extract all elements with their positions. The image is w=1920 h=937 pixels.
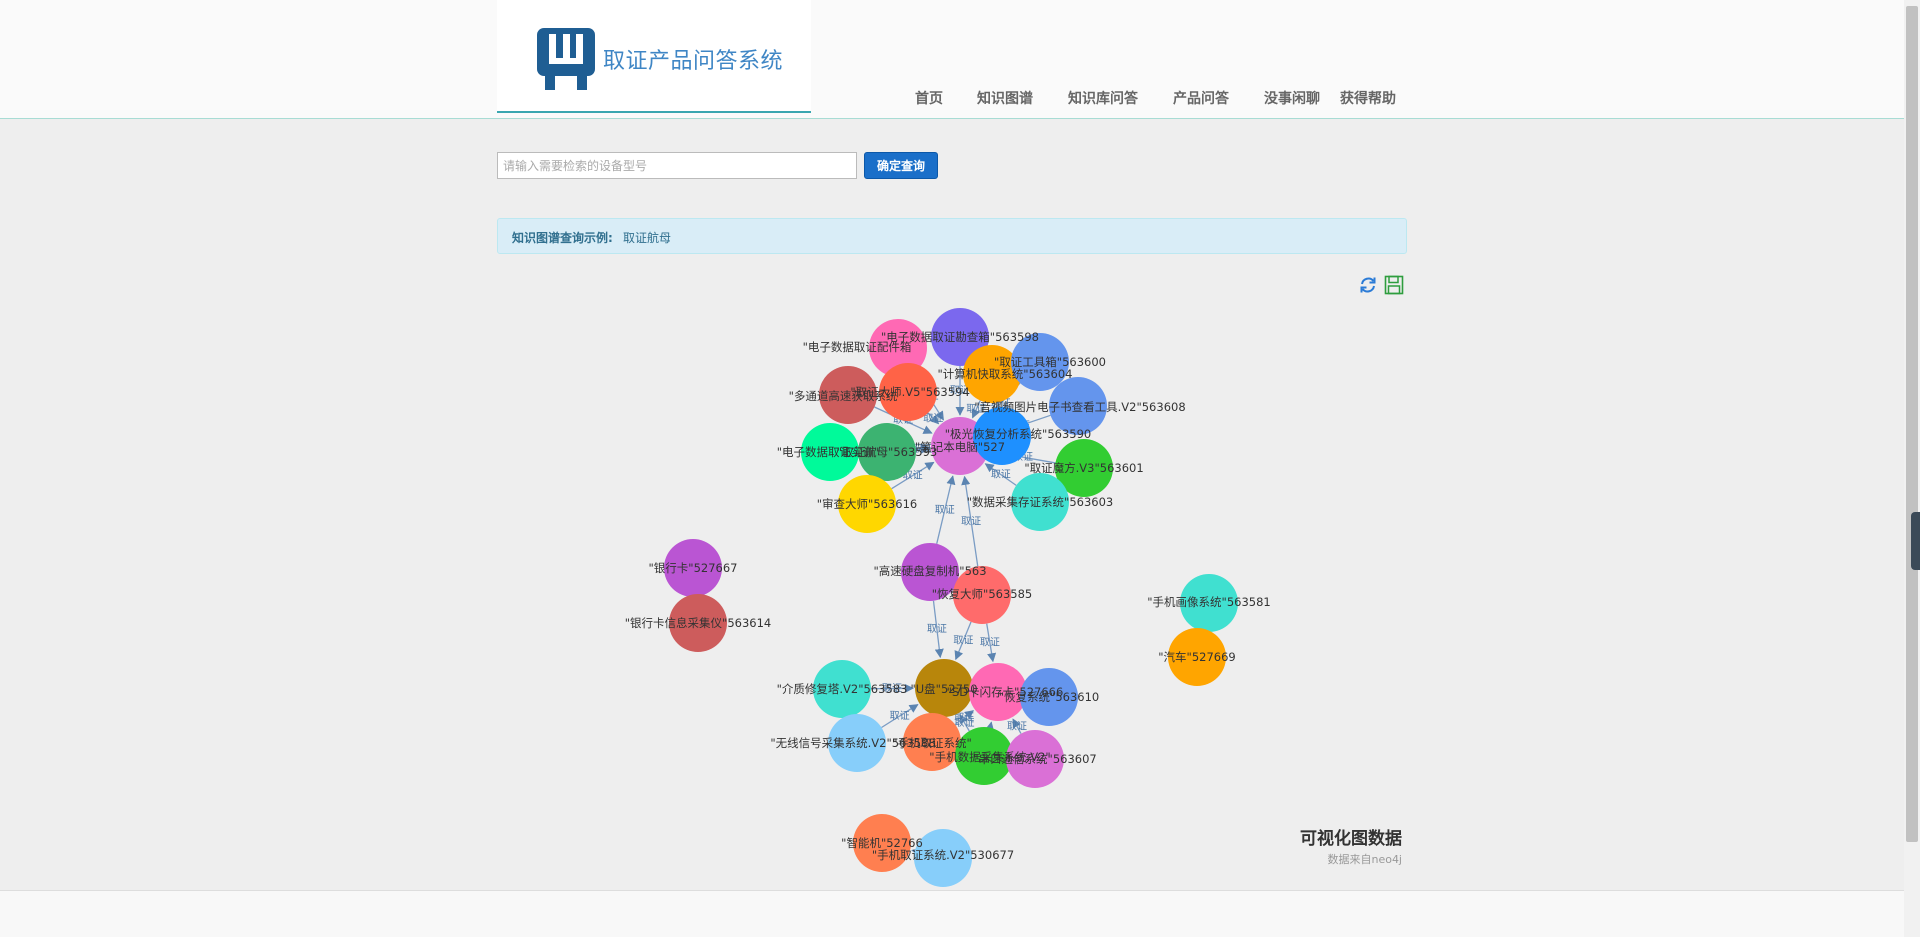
graph-edge-label: 取证 [991, 469, 1011, 481]
graph-edge [985, 721, 995, 732]
graph-node-label: "手机画像系统"563581 [1147, 595, 1270, 609]
graph-node-label: "计算机快取系统"563604 [938, 367, 1073, 381]
graph-node-label: "手机取证系统.V2"530677 [872, 848, 1014, 862]
graph-node-label: "汽车"527669 [1158, 650, 1235, 664]
graph-edge-label: 取证 [961, 515, 981, 527]
graph-node-label: "取证魔方.V3"563601 [1024, 461, 1143, 475]
graph-node-label: "审查大师"563616 [817, 497, 917, 511]
visualization-title: 可视化图数据 [1300, 829, 1402, 849]
graph-edge-label: 取证 [927, 623, 947, 635]
graph-node-label: "恢复大师"563585 [932, 587, 1032, 601]
graph-edge-label: 取证 [953, 635, 973, 647]
graph-edge-label: 取证 [980, 637, 1000, 649]
footer [0, 890, 1904, 937]
graph-node-label: "取证大师.V5"563594 [850, 385, 969, 399]
graph-node-label: "取证工具箱"563600 [994, 355, 1106, 369]
graph-edge-label: 取证 [1007, 720, 1027, 732]
graph-node-label: "恢复系统"563610 [999, 690, 1099, 704]
graph-node-label: "介质修复塔.V2"563583 [777, 682, 908, 696]
graph-edge-label: 取证 [890, 710, 910, 722]
knowledge-graph[interactable]: 取证取证取证取证取证取证取证取证取证取证取证取证取证取证取证取证取证取证取证取证… [0, 0, 1904, 890]
graph-node-label: "音视频图片电子书查看工具.V2"563608 [974, 400, 1185, 414]
graph-edge-label: 取证 [935, 504, 955, 516]
graph-node-label: "银行卡信息采集仪"563614 [625, 616, 771, 630]
graph-node-label: "数据采集存证系统"563603 [967, 495, 1113, 509]
graph-node-label: "电子数据取证配件箱 [803, 340, 912, 354]
graph-node-label: "高速硬盘复制机"563 [873, 564, 986, 578]
visualization-subtitle: 数据来自neo4j [1327, 853, 1402, 866]
graph-node-label: "银行卡"527667 [649, 561, 738, 575]
graph-node-label: "极光恢复分析系统"563590 [945, 427, 1091, 441]
graph-node-label: "手机取证系统" [892, 736, 972, 750]
scrollbar-thumb[interactable] [1906, 6, 1918, 842]
side-panel-tab[interactable] [1911, 512, 1920, 570]
graph-node-label: "串口通信系统"563607 [973, 752, 1096, 766]
graph-node-label: "取证航母"563593 [837, 445, 937, 459]
